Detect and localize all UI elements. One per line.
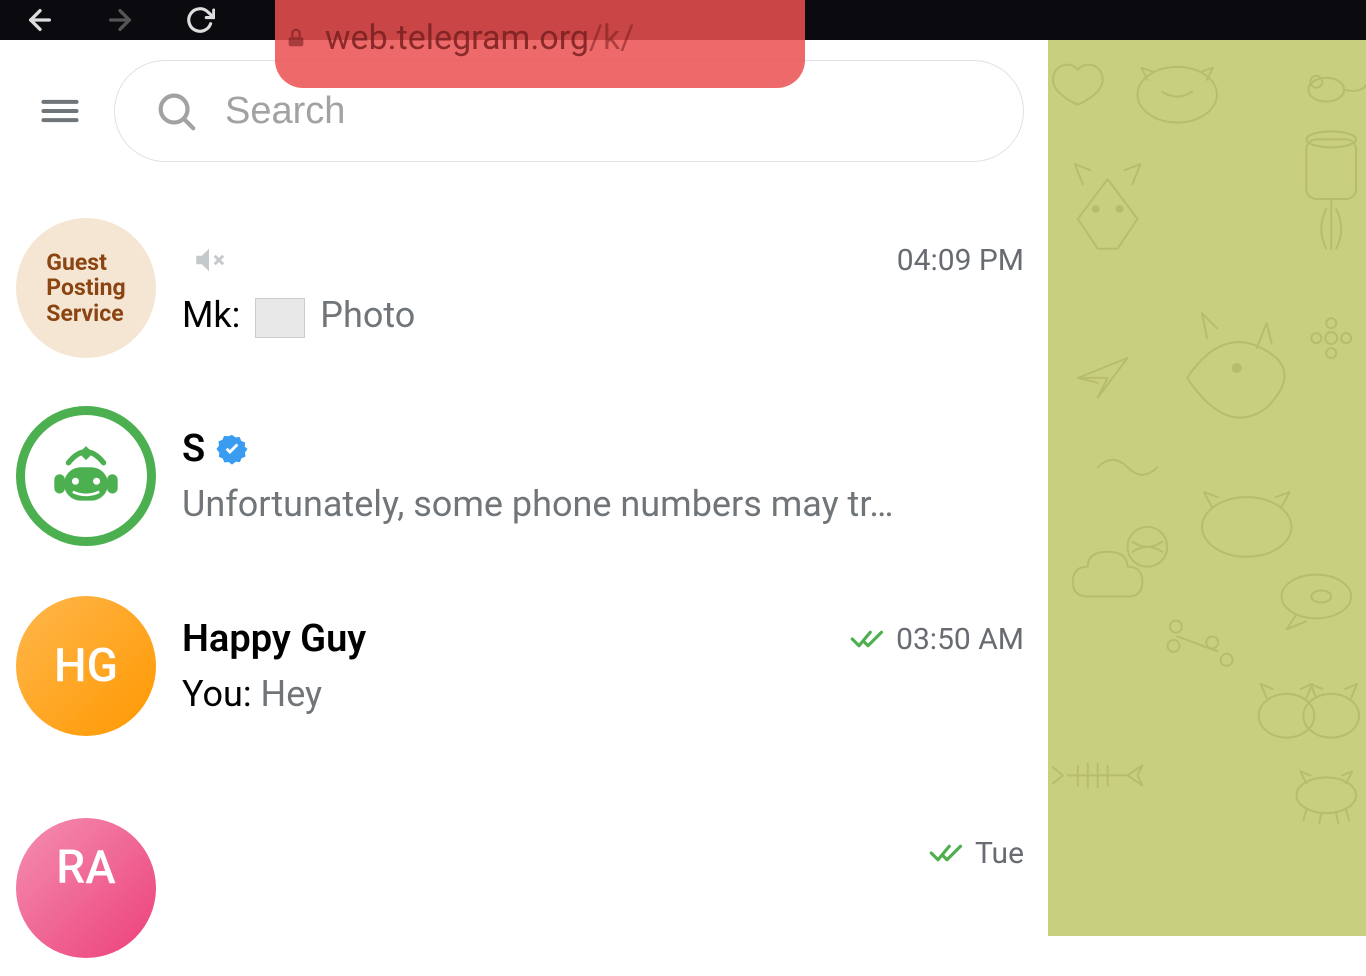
read-checks-icon	[929, 839, 965, 867]
avatar: Guest Posting Service	[16, 218, 156, 358]
forward-button[interactable]	[100, 0, 140, 40]
avatar	[16, 406, 156, 546]
chat-preview: Unfortunately, some phone numbers may tr…	[182, 483, 1024, 525]
address-bar[interactable]: web.telegram.org/k/	[285, 18, 634, 58]
photo-thumbnail	[255, 298, 305, 338]
chat-content: S Unfortunately, some phone numbers may …	[182, 427, 1024, 525]
preview-sender: Mk:	[182, 294, 240, 336]
avatar-initials: HG	[54, 639, 118, 693]
browser-toolbar: web.telegram.org/k/	[0, 0, 1366, 40]
chat-preview: Mk: Photo	[182, 294, 1024, 337]
chat-sidebar: Guest Posting Service tings 04:09 PM Mk:	[0, 40, 1048, 936]
avatar: RA	[16, 818, 156, 958]
chat-content: tings 04:09 PM Mk: Photo	[182, 238, 1024, 337]
chat-area	[1048, 40, 1366, 936]
read-checks-icon	[850, 625, 886, 653]
muted-icon	[192, 243, 226, 277]
telegram-app: Guest Posting Service tings 04:09 PM Mk:	[0, 40, 1366, 936]
preview-text: Hey	[261, 673, 323, 715]
chat-time: 04:09 PM	[897, 243, 1024, 278]
search-icon	[153, 88, 199, 134]
avatar-initials: RA	[56, 841, 115, 895]
background-doodles	[1048, 40, 1366, 825]
reload-icon	[185, 5, 215, 35]
arrow-right-icon	[104, 4, 136, 36]
chat-name: Happy Guy	[182, 617, 366, 661]
chat-preview: You: Hey	[182, 673, 1024, 715]
verified-icon	[215, 432, 249, 466]
chat-name: S	[182, 427, 205, 471]
menu-button[interactable]	[36, 87, 84, 135]
hamburger-icon	[38, 89, 82, 133]
lock-icon	[285, 24, 307, 52]
back-button[interactable]	[20, 0, 60, 40]
arrow-left-icon	[24, 4, 56, 36]
chat-item[interactable]: S Unfortunately, some phone numbers may …	[0, 388, 1048, 564]
reload-button[interactable]	[180, 0, 220, 40]
preview-text: Photo	[320, 294, 415, 336]
chat-item[interactable]: RA Tue	[0, 800, 1048, 976]
url-host: web.telegram.org	[325, 18, 589, 58]
avatar-text: Guest Posting Service	[46, 250, 125, 326]
chat-time: 03:50 AM	[896, 622, 1024, 657]
chat-content: Happy Guy 03:50 AM You: Hey	[182, 617, 1024, 715]
avatar: HG	[16, 596, 156, 736]
chat-item[interactable]: Guest Posting Service tings 04:09 PM Mk:	[0, 212, 1048, 376]
chat-item[interactable]: HG Happy Guy 03:50 AM	[0, 578, 1048, 754]
bot-avatar-icon	[42, 432, 130, 520]
chat-list: Guest Posting Service tings 04:09 PM Mk:	[0, 182, 1048, 936]
search-input[interactable]	[225, 90, 985, 133]
chat-content: Tue	[182, 836, 1024, 871]
preview-sender: You:	[182, 673, 252, 715]
url-path: /k/	[589, 18, 634, 58]
chat-time: Tue	[975, 836, 1024, 871]
